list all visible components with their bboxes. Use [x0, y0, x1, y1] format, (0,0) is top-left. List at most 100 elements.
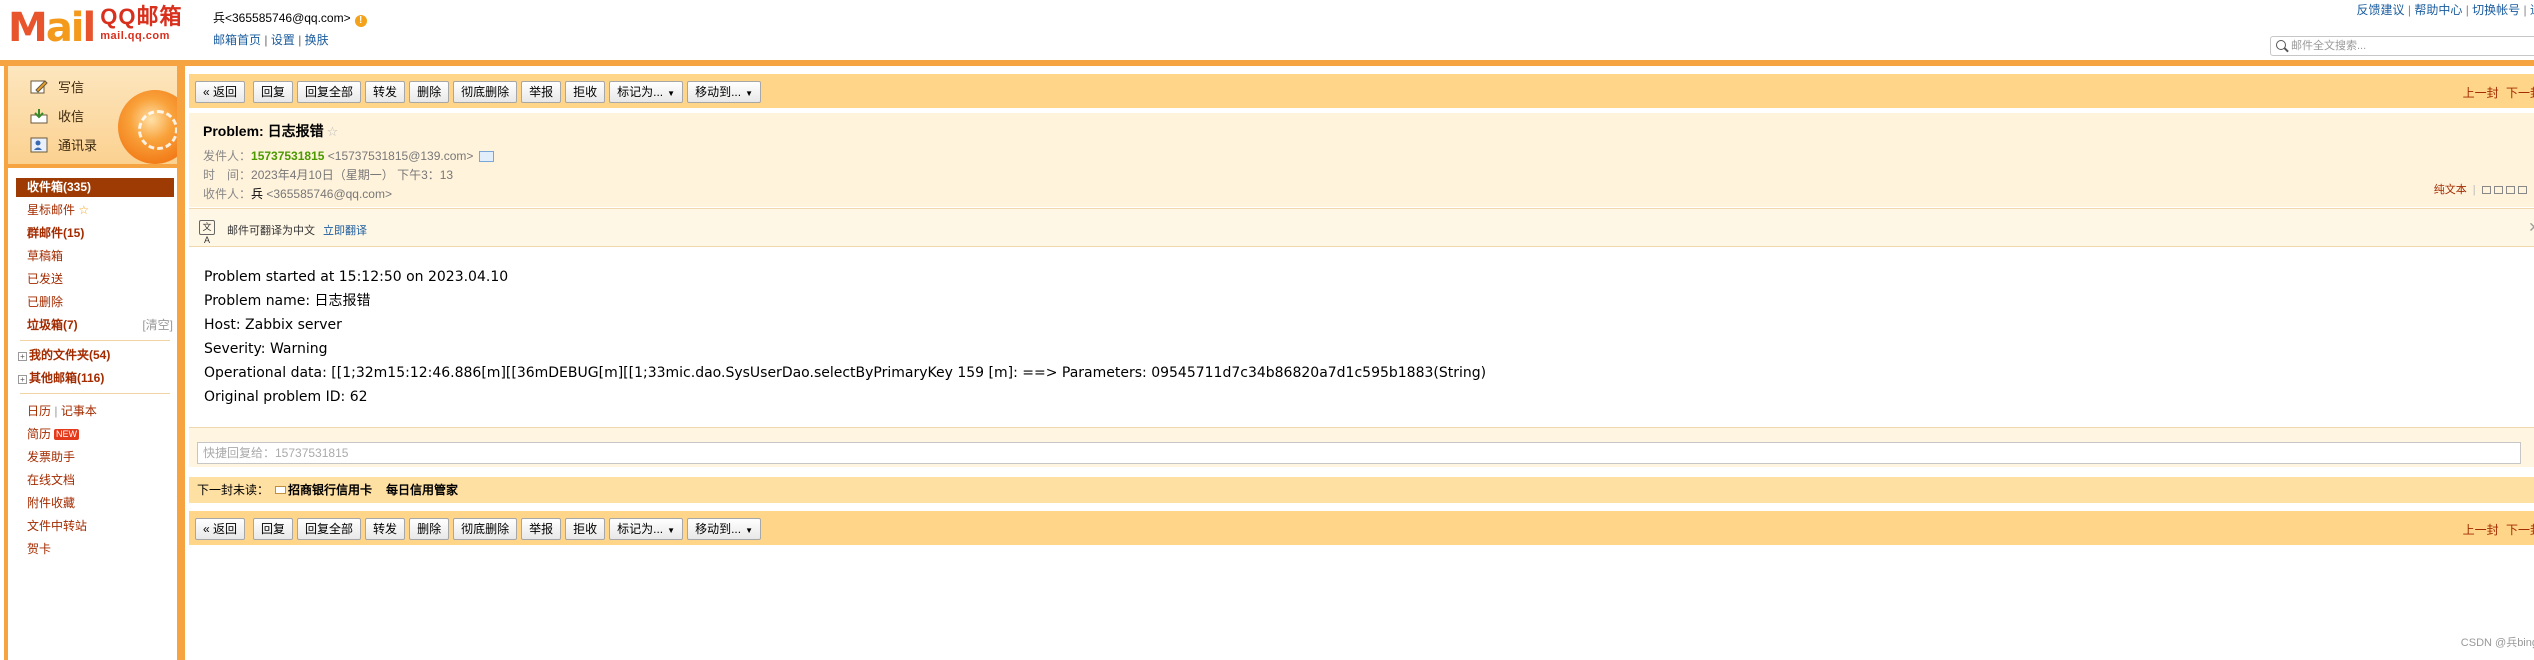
reject-button[interactable]: 拒收 [565, 518, 606, 540]
empty-spam-link[interactable]: [清空] [142, 316, 173, 335]
divider [20, 340, 170, 341]
body-line: Problem started at 15:12:50 on 2023.04.1… [204, 269, 509, 285]
recipient-row: 收件人：兵 <365585746@qq.com> [203, 187, 392, 201]
report-button[interactable]: 举报 [521, 518, 562, 540]
logout-link[interactable]: 退出 [2530, 3, 2534, 17]
new-window-icon[interactable] [2481, 186, 2491, 194]
sender-name[interactable]: 15737531815 [251, 149, 324, 163]
tool-file-transfer[interactable]: 文件中转站 [8, 517, 177, 536]
star-icon[interactable]: ☆ [327, 124, 339, 139]
mail-toolbar-top: « 返回 回复 回复全部 转发 删除 彻底删除 举报 拒收 标记为... ▼ 移动… [189, 74, 2534, 108]
tool-attachments[interactable]: 附件收藏 [8, 494, 177, 513]
folder-other-mailboxes[interactable]: + 其他邮箱(116) [8, 369, 177, 388]
orange-decoration [118, 90, 177, 164]
notes-link[interactable]: 记事本 [61, 404, 97, 418]
report-button[interactable]: 举报 [521, 81, 562, 103]
expand-icon[interactable]: + [18, 352, 27, 361]
next-mail-link[interactable]: 下一封 [2506, 86, 2534, 100]
tool-invoice[interactable]: 发票助手 [8, 448, 177, 467]
folder-inbox[interactable]: 收件箱(335) [16, 178, 174, 197]
delete-button[interactable]: 删除 [409, 81, 450, 103]
calendar-link[interactable]: 日历 [27, 404, 51, 418]
body-line: Problem name: 日志报错 [204, 293, 371, 309]
translate-bar: 文A 邮件可翻译为中文立即翻译 ✕ [189, 208, 2534, 247]
forward-button[interactable]: 转发 [365, 81, 406, 103]
search-input[interactable]: 邮件全文搜索... [2270, 36, 2534, 56]
unread-mail-link[interactable]: 每日信用管家 [386, 483, 458, 497]
compose-button[interactable]: 写信 [30, 77, 84, 96]
print-preview-icon[interactable] [2493, 186, 2503, 194]
prev-mail-link[interactable]: 上一封 [2463, 523, 2499, 537]
unread-mail-link[interactable]: 招商银行信用卡 [288, 483, 372, 497]
contacts-icon [30, 137, 48, 153]
star-icon: ☆ [78, 203, 90, 217]
help-center-link[interactable]: 帮助中心 [2414, 3, 2462, 17]
divider [20, 393, 170, 394]
folder-my-folders[interactable]: + 我的文件夹(54) [8, 346, 177, 365]
quick-reply-area: 快捷回复给：15737531815 [189, 427, 2534, 467]
chevron-down-icon: ▼ [745, 89, 753, 98]
delete-button[interactable]: 删除 [409, 518, 450, 540]
mail-header: Problem: 日志报错 ☆ 发件人：15737531815 <15737531… [189, 113, 2534, 207]
folder-starred[interactable]: 星标邮件 ☆ [8, 201, 177, 220]
next-mail-link[interactable]: 下一封 [2506, 523, 2534, 537]
switch-account-link[interactable]: 切换帐号 [2472, 3, 2520, 17]
reply-button[interactable]: 回复 [253, 81, 294, 103]
reject-button[interactable]: 拒收 [565, 81, 606, 103]
mailbox-home-link[interactable]: 邮箱首页 [213, 33, 261, 47]
receive-button[interactable]: 收信 [30, 106, 84, 125]
feedback-link[interactable]: 反馈建议 [2357, 3, 2405, 17]
move-to-dropdown[interactable]: 移动到... ▼ [687, 518, 761, 540]
contacts-button[interactable]: 通讯录 [30, 135, 97, 154]
expand-icon[interactable]: + [18, 375, 27, 384]
quick-reply-input[interactable]: 快捷回复给：15737531815 [197, 442, 2521, 464]
mail-subject: Problem: 日志报错 ☆ [203, 123, 339, 139]
settings-link[interactable]: 设置 [271, 33, 295, 47]
pager: 上一封 下一封 [2463, 84, 2534, 101]
chevron-down-icon: ▼ [745, 526, 753, 535]
search-icon [2276, 40, 2286, 50]
contact-card-icon[interactable] [479, 151, 495, 162]
reply-button[interactable]: 回复 [253, 518, 294, 540]
folder-deleted[interactable]: 已删除 [8, 293, 177, 312]
save-icon[interactable] [2505, 186, 2515, 194]
recipient-address: <365585746@qq.com> [266, 187, 392, 201]
sidebar-actions: 写信 收信 通讯录 [8, 66, 177, 168]
account-address: 兵<365585746@qq.com> [213, 11, 351, 25]
forward-button[interactable]: 转发 [365, 518, 406, 540]
recipient-name[interactable]: 兵 [251, 187, 263, 201]
mark-as-dropdown[interactable]: 标记为... ▼ [609, 518, 684, 540]
sender-row: 发件人：15737531815 <15737531815@139.com> [203, 147, 495, 164]
folder-group-mail[interactable]: 群邮件(15) [8, 224, 177, 243]
change-skin-link[interactable]: 换肤 [305, 33, 329, 47]
prev-mail-link[interactable]: 上一封 [2463, 86, 2499, 100]
folder-sent[interactable]: 已发送 [8, 270, 177, 289]
delete-permanently-button[interactable]: 彻底删除 [453, 81, 518, 103]
tool-resume[interactable]: 简历 NEW [8, 425, 177, 444]
tool-greeting-cards[interactable]: 贺卡 [8, 540, 177, 559]
mail-time: 2023年4月10日（星期一） 下午3：13 [251, 168, 454, 182]
envelope-icon [275, 486, 287, 494]
reply-all-button[interactable]: 回复全部 [297, 81, 362, 103]
compose-icon [30, 79, 48, 95]
delete-permanently-button[interactable]: 彻底删除 [453, 518, 518, 540]
move-to-dropdown[interactable]: 移动到... ▼ [687, 81, 761, 103]
account-info: 兵<365585746@qq.com>! 邮箱首页 | 设置 | 换肤 [213, 9, 367, 48]
body-line: Severity: Warning [204, 341, 328, 357]
reply-all-button[interactable]: 回复全部 [297, 518, 362, 540]
warning-icon[interactable]: ! [354, 15, 367, 27]
print-icon[interactable] [2517, 186, 2527, 194]
plain-text-link[interactable]: 纯文本 [2434, 184, 2467, 196]
back-button[interactable]: « 返回 [195, 518, 246, 540]
chevron-down-icon: ▼ [667, 89, 676, 98]
folder-drafts[interactable]: 草稿箱 [8, 247, 177, 266]
pager: 上一封 下一封 [2463, 521, 2534, 538]
mark-as-dropdown[interactable]: 标记为... ▼ [609, 81, 684, 103]
back-button[interactable]: « 返回 [195, 81, 246, 103]
folder-spam[interactable]: 垃圾箱(7) [清空] [8, 316, 177, 335]
qq-mail-logo[interactable]: Mail QQ邮箱 mail.qq.com [8, 6, 182, 51]
tool-online-docs[interactable]: 在线文档 [8, 471, 177, 490]
body-line: Operational data: [[1;32m15:12:46.886[m]… [204, 365, 1487, 381]
translate-now-link[interactable]: 立即翻译 [323, 225, 367, 237]
close-icon[interactable]: ✕ [2528, 219, 2534, 236]
